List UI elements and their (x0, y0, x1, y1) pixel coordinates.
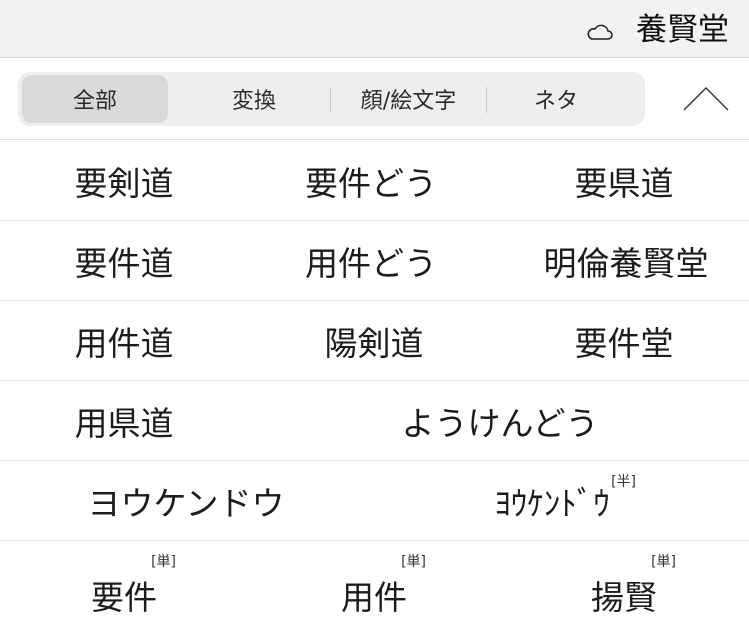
candidate-item-label: ﾖｳｹﾝﾄﾞｳ (494, 484, 610, 523)
cloud-icon (587, 24, 613, 40)
candidate-top-bar: 養賢堂 (0, 0, 749, 58)
tab-all[interactable]: 全部 (22, 75, 168, 123)
candidate-item[interactable]: 陽剣道 (296, 301, 452, 381)
candidate-item[interactable]: 要件どう (291, 141, 451, 221)
candidate-item[interactable]: 要件 [単] (48, 554, 200, 635)
candidate-item[interactable]: 用件道 (48, 301, 200, 381)
candidate-item[interactable]: 用件どう (291, 221, 451, 301)
candidate-row: 要剣道 要件どう 要県道 (0, 141, 749, 221)
single-kanji-badge: [単] (651, 554, 676, 570)
candidate-item[interactable]: 揚賢 [単] (548, 554, 700, 635)
candidate-item-label: 要件 (91, 578, 157, 617)
candidate-item[interactable]: 要剣道 (48, 141, 200, 221)
candidate-item-label: 揚賢 (591, 578, 657, 617)
candidate-row: 用県道 ようけんどう (0, 381, 749, 461)
selected-word[interactable]: 養賢堂 (636, 10, 729, 50)
half-width-badge: [半] (611, 474, 636, 490)
tab-area: 全部 変換 顔/絵文字 ネタ (0, 58, 749, 140)
candidate-item[interactable]: 要件道 (48, 221, 200, 301)
candidate-item-label: 用件 (341, 578, 407, 617)
candidate-item[interactable]: 用県道 (48, 381, 200, 461)
candidate-item[interactable]: 要件堂 (546, 301, 702, 381)
tab-neta[interactable]: ネタ (487, 72, 625, 126)
candidate-item[interactable]: ヨウケンドウ (64, 461, 308, 541)
candidate-item-halfwidth[interactable]: ﾖｳｹﾝﾄﾞｳ [半] (472, 461, 636, 541)
single-kanji-badge: [単] (401, 554, 426, 570)
candidate-list: 要剣道 要件どう 要県道 要件道 用件どう 明倫養賢堂 用件道 陽剣道 要件堂 … (0, 141, 749, 621)
category-tabs: 全部 変換 顔/絵文字 ネタ (18, 72, 645, 126)
candidate-row: 要件道 用件どう 明倫養賢堂 (0, 221, 749, 301)
candidate-row: 要件 [単] 用件 [単] 揚賢 [単] (0, 541, 749, 621)
candidate-item[interactable]: 明倫養賢堂 (526, 221, 726, 301)
candidate-item[interactable]: 要県道 (546, 141, 702, 221)
single-kanji-badge: [単] (151, 554, 176, 570)
candidate-row: 用件道 陽剣道 要件堂 (0, 301, 749, 381)
candidate-item[interactable]: 用件 [単] (298, 554, 450, 635)
chevron-up-icon[interactable] (681, 84, 731, 114)
candidate-row: ヨウケンドウ ﾖｳｹﾝﾄﾞｳ [半] (0, 461, 749, 541)
tab-convert[interactable]: 変換 (178, 72, 330, 126)
candidate-item[interactable]: ようけんどう (380, 381, 620, 461)
tab-emoji[interactable]: 顔/絵文字 (331, 72, 486, 126)
